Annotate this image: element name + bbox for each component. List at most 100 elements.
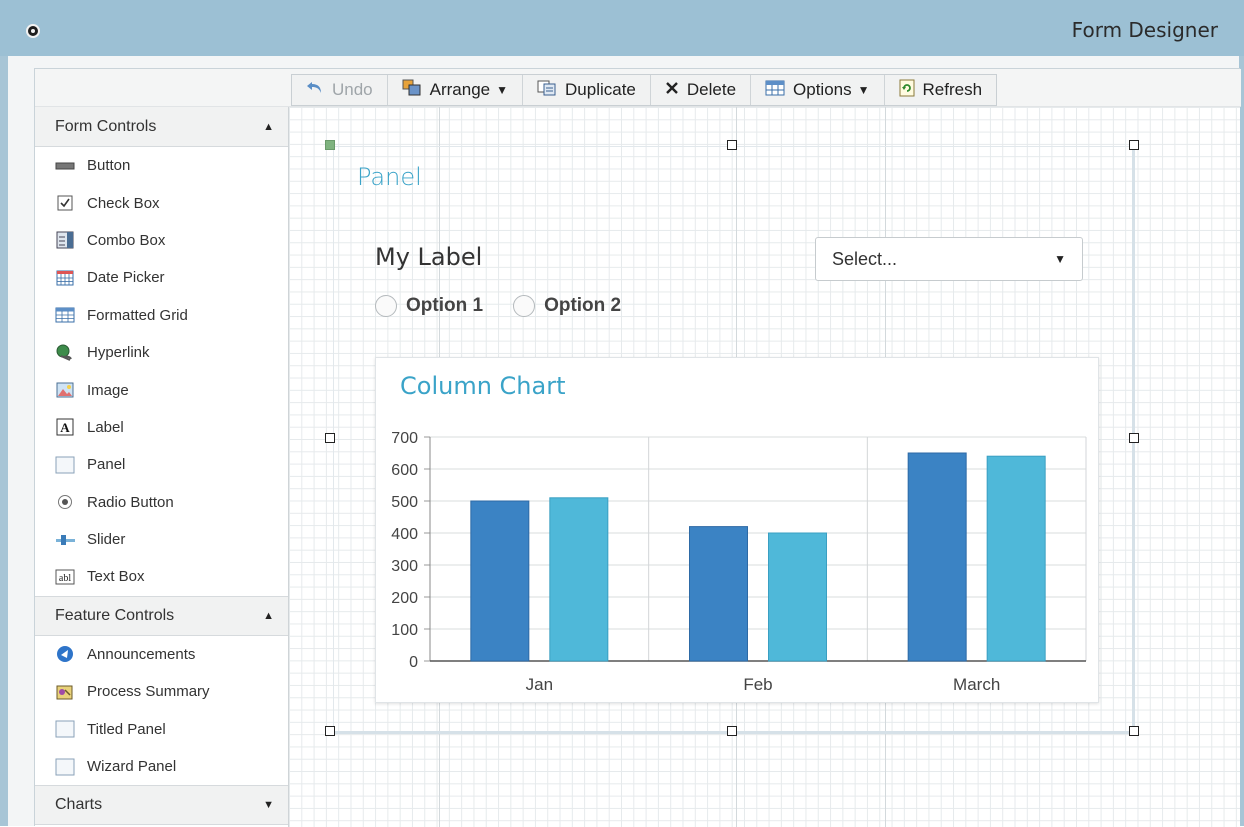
button-icon (55, 156, 75, 176)
y-tick-label: 300 (391, 558, 418, 575)
section-feature-controls[interactable]: Feature Controls ▲ (35, 595, 288, 636)
column-chart: 0 100 200 300 400 500 600 700 Jan Feb March (391, 430, 1087, 694)
y-tick-label: 100 (391, 622, 418, 639)
radio-option-2[interactable]: Option 2 (513, 295, 621, 317)
select-value: Select... (832, 248, 898, 269)
sidebar-item-label: Combo Box (87, 231, 166, 249)
combobox-icon (55, 230, 75, 250)
delete-button[interactable]: Delete (650, 75, 752, 105)
resize-handle-top[interactable] (727, 140, 737, 150)
sidebar-item-label: Radio Button (87, 493, 174, 511)
arrange-dropdown-icon: ▼ (496, 83, 509, 97)
sidebar-item-label: Text Box (87, 568, 145, 586)
chart-title: Column Chart (400, 372, 566, 400)
resize-handle-bottom[interactable] (727, 726, 737, 736)
controls-sidebar: Form Controls ▲ Button Check Box Combo B… (35, 107, 289, 827)
sidebar-item-hyperlink[interactable]: Hyperlink (35, 334, 288, 371)
move-handle[interactable] (325, 140, 335, 150)
y-tick-label: 200 (391, 590, 418, 607)
collapse-arrow-icon: ▲ (263, 609, 274, 622)
options-dropdown-icon: ▼ (857, 83, 870, 97)
announcements-icon (55, 644, 75, 664)
sidebar-item-label: Date Picker (87, 269, 165, 287)
resize-handle-bottom-right[interactable] (1129, 726, 1139, 736)
chart-bar (689, 526, 748, 662)
collapse-arrow-icon: ▲ (263, 120, 274, 133)
chart-bar (549, 497, 609, 662)
sidebar-item-label: Panel (87, 456, 126, 474)
radio-circle-icon (375, 295, 397, 317)
chart-bar (470, 500, 530, 662)
section-title: Feature Controls (55, 606, 175, 624)
panel-icon (55, 757, 75, 777)
chart-bar (768, 532, 827, 662)
sidebar-item-date-picker[interactable]: Date Picker (35, 259, 288, 296)
svg-text:abl: abl (59, 573, 71, 584)
title-bar: Form Designer (0, 0, 1244, 56)
toolbar: Undo Arrange ▼ Duplicate Delete Options … (291, 74, 998, 106)
resize-handle-bottom-left[interactable] (325, 726, 335, 736)
duplicate-icon (537, 80, 557, 101)
undo-button[interactable]: Undo (292, 75, 388, 105)
panel-icon (55, 455, 75, 475)
resize-handle-right[interactable] (1129, 433, 1139, 443)
radio-label: Option 1 (406, 295, 484, 316)
radio-icon (55, 492, 75, 512)
sidebar-item-label: Check Box (87, 194, 160, 212)
sidebar-item-check-box[interactable]: Check Box (35, 184, 288, 221)
sidebar-item-label: Wizard Panel (87, 758, 177, 776)
undo-label: Undo (332, 80, 373, 99)
select-dropdown[interactable]: Select... ▼ (815, 237, 1083, 281)
expand-arrow-icon: ▼ (263, 799, 274, 812)
x-tick-label: Jan (526, 675, 553, 694)
sidebar-item-label: Label (87, 418, 124, 436)
chart-bar (907, 452, 967, 662)
sidebar-item-radio-button[interactable]: Radio Button (35, 484, 288, 521)
calendar-icon (55, 268, 75, 288)
label-control[interactable]: My Label (375, 243, 482, 271)
image-icon (55, 380, 75, 400)
sidebar-item-button[interactable]: Button (35, 147, 288, 184)
column-chart-control[interactable]: Column Chart 0 100 200 300 400 500 600 700 Jan Fe… (375, 357, 1099, 703)
arrange-button[interactable]: Arrange ▼ (387, 75, 524, 105)
panel-icon (55, 719, 75, 739)
sidebar-item-wizard-panel[interactable]: Wizard Panel (35, 748, 288, 785)
sidebar-item-image[interactable]: Image (35, 371, 288, 408)
sidebar-item-text-box[interactable]: abl Text Box (35, 558, 288, 595)
sidebar-item-label: Process Summary (87, 683, 210, 701)
svg-text:A: A (60, 420, 70, 435)
sidebar-item-label[interactable]: A Label (35, 409, 288, 446)
refresh-button[interactable]: Refresh (884, 75, 997, 105)
resize-handle-top-right[interactable] (1129, 140, 1139, 150)
sidebar-item-titled-panel[interactable]: Titled Panel (35, 710, 288, 747)
hyperlink-icon (55, 343, 75, 363)
sidebar-item-panel[interactable]: Panel (35, 446, 288, 483)
sidebar-item-announcements[interactable]: Announcements (35, 636, 288, 673)
duplicate-button[interactable]: Duplicate (523, 75, 651, 105)
x-tick-label: Feb (743, 675, 772, 694)
section-title: Form Controls (55, 117, 157, 135)
sidebar-item-formatted-grid[interactable]: Formatted Grid (35, 297, 288, 334)
section-form-controls[interactable]: Form Controls ▲ (35, 107, 288, 147)
y-tick-label: 500 (391, 494, 418, 511)
panel-title: Panel (357, 163, 422, 191)
options-icon (765, 80, 785, 101)
resize-handle-left[interactable] (325, 433, 335, 443)
radio-option-1[interactable]: Option 1 (375, 295, 483, 317)
radio-group: Option 1 Option 2 (375, 295, 651, 317)
section-charts[interactable]: Charts ▼ (35, 785, 288, 826)
refresh-icon (899, 79, 915, 102)
textbox-icon: abl (55, 567, 75, 587)
chart-bar (986, 455, 1046, 662)
sidebar-item-slider[interactable]: Slider (35, 521, 288, 558)
grid-icon (55, 305, 75, 325)
design-canvas[interactable]: Panel My Label Select... ▼ Option 1 Opti… (289, 107, 1240, 827)
sidebar-item-label: Image (87, 381, 129, 399)
sidebar-item-label: Button (87, 157, 131, 175)
y-tick-label: 600 (391, 462, 418, 479)
arrange-label: Arrange (429, 80, 491, 99)
sidebar-item-combo-box[interactable]: Combo Box (35, 222, 288, 259)
y-tick-label: 700 (391, 430, 418, 447)
options-button[interactable]: Options ▼ (751, 75, 885, 105)
sidebar-item-process-summary[interactable]: Process Summary (35, 673, 288, 710)
